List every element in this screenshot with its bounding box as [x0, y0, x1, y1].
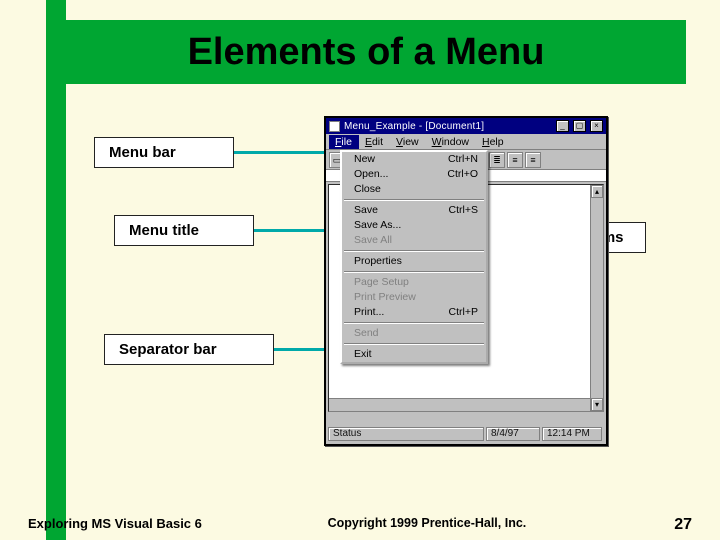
app-window: Menu_Example - [Document1] _ ▢ × FileEdi… [324, 116, 608, 446]
status-date: 8/4/97 [486, 427, 540, 441]
menu-item-page-setup: Page Setup [342, 275, 486, 290]
menu-separator [344, 343, 484, 345]
callout-separator: Separator bar [104, 334, 274, 365]
file-menu-dropdown: NewCtrl+NOpen...Ctrl+OCloseSaveCtrl+SSav… [340, 150, 488, 364]
menu-edit[interactable]: Edit [359, 135, 390, 149]
menu-separator [344, 271, 484, 273]
minimize-button[interactable]: _ [556, 120, 569, 132]
menu-item-print-preview: Print Preview [342, 290, 486, 305]
menu-item-properties[interactable]: Properties [342, 254, 486, 269]
menu-separator [344, 250, 484, 252]
footer-left: Exploring MS Visual Basic 6 [28, 516, 202, 532]
menu-item-close[interactable]: Close [342, 182, 486, 197]
status-time: 12:14 PM [542, 427, 602, 441]
menu-item-exit[interactable]: Exit [342, 347, 486, 362]
menu-item-save-as[interactable]: Save As... [342, 218, 486, 233]
scroll-up-icon[interactable]: ▴ [591, 185, 603, 198]
slide-title-bar: Elements of a Menu [46, 20, 686, 84]
menu-view[interactable]: View [390, 135, 426, 149]
menu-item-open[interactable]: Open...Ctrl+O [342, 167, 486, 182]
callout-menu-title: Menu title [114, 215, 254, 246]
app-title: Menu_Example - [Document1] [344, 121, 552, 132]
status-text: Status [328, 427, 484, 441]
vertical-scrollbar[interactable]: ▴ ▾ [590, 185, 603, 411]
app-titlebar: Menu_Example - [Document1] _ ▢ × [326, 118, 606, 134]
menu-help[interactable]: Help [476, 135, 511, 149]
status-bar: Status 8/4/97 12:14 PM [328, 426, 604, 442]
menu-item-save[interactable]: SaveCtrl+S [342, 203, 486, 218]
menu-file[interactable]: File [329, 135, 359, 149]
menu-item-send: Send [342, 326, 486, 341]
page-number: 27 [652, 516, 692, 534]
menu-item-new[interactable]: NewCtrl+N [342, 152, 486, 167]
maximize-button[interactable]: ▢ [573, 120, 586, 132]
menu-item-print[interactable]: Print...Ctrl+P [342, 305, 486, 320]
menu-separator [344, 199, 484, 201]
menu-bar: FileEditViewWindowHelp [326, 134, 606, 150]
menu-window[interactable]: Window [426, 135, 476, 149]
scroll-down-icon[interactable]: ▾ [591, 398, 603, 411]
footer-center: Copyright 1999 Prentice-Hall, Inc. [202, 516, 652, 530]
menu-item-save-all: Save All [342, 233, 486, 248]
slide-title: Elements of a Menu [188, 31, 545, 74]
close-button[interactable]: × [590, 120, 603, 132]
toolbar-button[interactable]: ≡ [525, 152, 541, 168]
toolbar-button[interactable]: ≣ [489, 152, 505, 168]
slide-footer: Exploring MS Visual Basic 6 Copyright 19… [0, 516, 720, 534]
horizontal-scrollbar[interactable] [329, 398, 590, 411]
menu-separator [344, 322, 484, 324]
callout-menu-bar: Menu bar [94, 137, 234, 168]
app-icon [329, 121, 340, 132]
toolbar-button[interactable]: ≡ [507, 152, 523, 168]
